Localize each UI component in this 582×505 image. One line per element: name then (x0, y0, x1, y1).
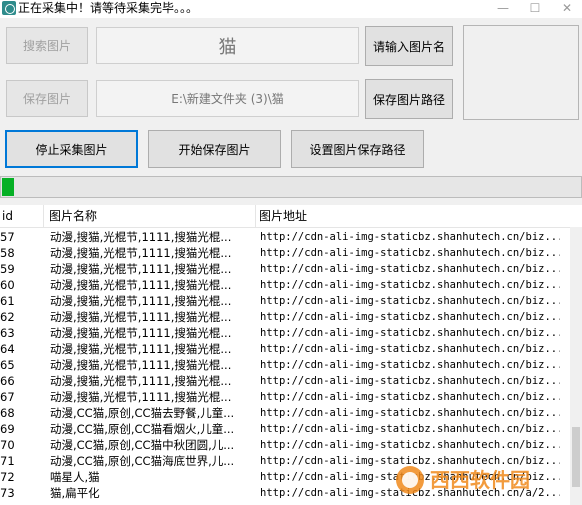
list-row[interactable]: 69 动漫,CC猫,原创,CC猫看烟火,儿童... http://cdn-ali-i… (0, 421, 570, 437)
list-row[interactable]: 65 动漫,搜猫,光棍节,1111,搜猫光棍... http://cdn-ali-i… (0, 357, 570, 373)
row-image-name: 猫,扁平化 (50, 486, 100, 500)
row-image-name: 喵星人,猫 (50, 470, 100, 484)
row-image-name: 动漫,搜猫,光棍节,1111,搜猫光棍... (50, 390, 232, 404)
list-row[interactable]: 63 动漫,搜猫,光棍节,1111,搜猫光棍... http://cdn-ali-i… (0, 325, 570, 341)
app-icon (2, 1, 16, 15)
save-path-button[interactable]: 保存图片路径 (365, 79, 453, 119)
row-id: 71 (0, 454, 15, 468)
progress-fill (2, 178, 15, 196)
row-id: 60 (0, 278, 15, 292)
list-row[interactable]: 61 动漫,搜猫,光棍节,1111,搜猫光棍... http://cdn-ali-i… (0, 293, 570, 309)
row-image-url: http://cdn-ali-img-staticbz.shanhutech.c… (260, 327, 560, 339)
row-image-url: http://cdn-ali-img-staticbz.shanhutech.c… (260, 359, 560, 371)
watermark-text: 西西软件园 (430, 468, 530, 492)
enter-name-button[interactable]: 请输入图片名 (365, 26, 453, 66)
row-id: 57 (0, 230, 15, 244)
row-id: 72 (0, 470, 15, 484)
start-save-button[interactable]: 开始保存图片 (148, 130, 281, 168)
row-id: 73 (0, 486, 15, 500)
row-id: 65 (0, 358, 15, 372)
row-image-url: http://cdn-ali-img-staticbz.shanhutech.c… (260, 407, 560, 419)
column-header-url[interactable]: 图片地址 (256, 205, 570, 227)
row-id: 70 (0, 438, 15, 452)
row-id: 68 (0, 406, 15, 420)
progress-bar (0, 176, 582, 198)
row-image-url: http://cdn-ali-img-staticbz.shanhutech.c… (260, 375, 560, 387)
list-row[interactable]: 70 动漫,CC猫,原创,CC猫中秋团圆,儿... http://cdn-ali-i… (0, 437, 570, 453)
row-image-name: 动漫,CC猫,原创,CC猫去野餐,儿童... (50, 406, 235, 420)
row-id: 69 (0, 422, 15, 436)
column-header-name[interactable]: 图片名称 (44, 205, 256, 227)
list-row[interactable]: 59 动漫,搜猫,光棍节,1111,搜猫光棍... http://cdn-ali-i… (0, 261, 570, 277)
search-button[interactable]: 搜索图片 (6, 27, 88, 64)
row-image-url: http://cdn-ali-img-staticbz.shanhutech.c… (260, 439, 560, 451)
row-image-name: 动漫,搜猫,光棍节,1111,搜猫光棍... (50, 246, 232, 260)
set-save-path-button[interactable]: 设置图片保存路径 (291, 130, 424, 168)
list-row[interactable]: 58 动漫,搜猫,光棍节,1111,搜猫光棍... http://cdn-ali-i… (0, 245, 570, 261)
row-image-url: http://cdn-ali-img-staticbz.shanhutech.c… (260, 247, 560, 259)
close-icon[interactable]: ✕ (552, 0, 582, 18)
list-row[interactable]: 68 动漫,CC猫,原创,CC猫去野餐,儿童... http://cdn-ali-i… (0, 405, 570, 421)
row-id: 62 (0, 310, 15, 324)
scroll-thumb[interactable] (572, 427, 580, 487)
row-image-name: 动漫,搜猫,光棍节,1111,搜猫光棍... (50, 310, 232, 324)
title-bar: 正在采集中！请等待采集完毕。。。 — ☐ ✕ (0, 0, 582, 18)
row-image-name: 动漫,CC猫,原创,CC猫看烟火,儿童... (50, 422, 235, 436)
list-row[interactable]: 57 动漫,搜猫,光棍节,1111,搜猫光棍... http://cdn-ali-i… (0, 229, 570, 245)
row-id: 66 (0, 374, 15, 388)
row-id: 59 (0, 262, 15, 276)
vertical-scrollbar[interactable] (570, 227, 582, 505)
row-image-name: 动漫,搜猫,光棍节,1111,搜猫光棍... (50, 230, 232, 244)
column-header-id[interactable]: id (0, 205, 44, 227)
row-image-url: http://cdn-ali-img-staticbz.shanhutech.c… (260, 311, 560, 323)
minimize-icon[interactable]: — (488, 0, 518, 18)
row-image-url: http://cdn-ali-img-staticbz.shanhutech.c… (260, 279, 560, 291)
list-row[interactable]: 62 动漫,搜猫,光棍节,1111,搜猫光棍... http://cdn-ali-i… (0, 309, 570, 325)
row-image-name: 动漫,搜猫,光棍节,1111,搜猫光棍... (50, 326, 232, 340)
row-image-url: http://cdn-ali-img-staticbz.shanhutech.c… (260, 423, 560, 435)
row-id: 58 (0, 246, 15, 260)
save-path-field[interactable]: E:\新建文件夹 (3)\猫 (96, 80, 359, 117)
list-row[interactable]: 64 动漫,搜猫,光棍节,1111,搜猫光棍... http://cdn-ali-i… (0, 341, 570, 357)
row-image-name: 动漫,搜猫,光棍节,1111,搜猫光棍... (50, 374, 232, 388)
list-row[interactable]: 60 动漫,搜猫,光棍节,1111,搜猫光棍... http://cdn-ali-i… (0, 277, 570, 293)
list-header: id 图片名称 图片地址 (0, 205, 582, 228)
stop-collect-button[interactable]: 停止采集图片 (5, 130, 138, 168)
list-row[interactable]: 66 动漫,搜猫,光棍节,1111,搜猫光棍... http://cdn-ali-i… (0, 373, 570, 389)
row-image-name: 动漫,CC猫,原创,CC猫海底世界,儿... (50, 454, 235, 468)
maximize-icon[interactable]: ☐ (520, 0, 550, 18)
row-image-name: 动漫,搜猫,光棍节,1111,搜猫光棍... (50, 358, 232, 372)
row-image-url: http://cdn-ali-img-staticbz.shanhutech.c… (260, 231, 560, 243)
row-id: 67 (0, 390, 15, 404)
row-image-url: http://cdn-ali-img-staticbz.shanhutech.c… (260, 263, 560, 275)
row-image-url: http://cdn-ali-img-staticbz.shanhutech.c… (260, 391, 560, 403)
row-image-name: 动漫,CC猫,原创,CC猫中秋团圆,儿... (50, 438, 235, 452)
watermark-logo: 西西软件园 (396, 466, 530, 494)
list-row[interactable]: 67 动漫,搜猫,光棍节,1111,搜猫光棍... http://cdn-ali-i… (0, 389, 570, 405)
row-image-name: 动漫,搜猫,光棍节,1111,搜猫光棍... (50, 262, 232, 276)
row-id: 63 (0, 326, 15, 340)
row-id: 64 (0, 342, 15, 356)
row-image-name: 动漫,搜猫,光棍节,1111,搜猫光棍... (50, 342, 232, 356)
search-input[interactable]: 猫 (96, 27, 359, 64)
preview-panel (463, 25, 579, 120)
row-image-name: 动漫,搜猫,光棍节,1111,搜猫光棍... (50, 278, 232, 292)
row-image-url: http://cdn-ali-img-staticbz.shanhutech.c… (260, 295, 560, 307)
row-id: 61 (0, 294, 15, 308)
save-image-button[interactable]: 保存图片 (6, 80, 88, 117)
row-image-url: http://cdn-ali-img-staticbz.shanhutech.c… (260, 343, 560, 355)
row-image-name: 动漫,搜猫,光棍节,1111,搜猫光棍... (50, 294, 232, 308)
window-title: 正在采集中！请等待采集完毕。。。 (18, 1, 199, 15)
